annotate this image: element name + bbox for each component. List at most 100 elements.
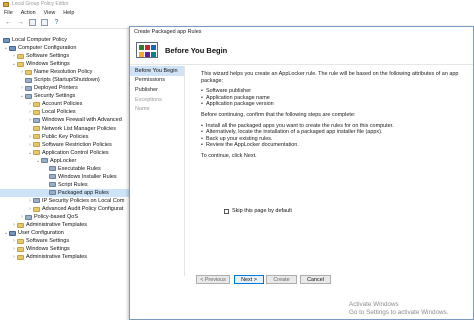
step-name: Name <box>135 106 150 113</box>
tree-node-advanced-audit[interactable]: › Advanced Audit Policy Configurat <box>0 205 140 213</box>
tree-label: User Configuration <box>18 230 64 237</box>
policy-editor-icon <box>3 1 9 7</box>
tree-node-user-software-settings[interactable]: › Software Settings <box>0 237 140 245</box>
watermark-line-2: Go to Settings to activate Windows. <box>349 308 449 316</box>
wizard-rules-icon <box>136 42 158 58</box>
create-button[interactable]: Create <box>266 275 297 284</box>
tree-label: Windows Installer Rules <box>58 173 117 180</box>
folder-icon <box>33 134 40 140</box>
tree-node-local-policies[interactable]: › Local Policies <box>0 108 140 116</box>
folder-icon <box>33 150 40 156</box>
tree-node-user-administrative-templates[interactable]: › Administrative Templates <box>0 253 140 261</box>
tree-node-applocker[interactable]: ⌄ AppLocker <box>0 157 140 165</box>
tree-label: Windows Settings <box>26 61 70 68</box>
tree-node-script-rules[interactable]: Script Rules <box>0 181 140 189</box>
tree-label: Advanced Audit Policy Configurat <box>42 206 124 212</box>
step-before-you-begin[interactable]: Before You Begin <box>130 66 184 76</box>
tree-node-network-list-manager[interactable]: Network List Manager Policies <box>0 125 140 133</box>
tree-node-user-windows-settings[interactable]: › Windows Settings <box>0 245 140 253</box>
tree-label: Packaged app Rules <box>58 189 109 196</box>
tree-label: Application Control Policies <box>42 149 109 156</box>
tree-node-ip-security[interactable]: › IP Security Policies on Local Com <box>0 197 140 205</box>
dialog-title: Create Packaged app Rules <box>134 28 202 35</box>
tree-label: AppLocker <box>50 157 77 164</box>
tree-node-scripts[interactable]: Scripts (Startup/Shutdown) <box>0 76 140 84</box>
folder-icon <box>33 206 40 212</box>
cancel-button[interactable]: Cancel <box>300 275 331 284</box>
checklist: Install all the packaged apps you want t… <box>201 123 469 149</box>
forward-icon[interactable]: → <box>16 19 25 27</box>
tree-label: Policy-based QoS <box>34 214 79 221</box>
tree-label: Security Settings <box>34 93 76 100</box>
attribute-list: Software publisher Application package n… <box>201 88 469 108</box>
skip-page-checkbox[interactable] <box>224 208 229 214</box>
menu-help[interactable]: Help <box>63 10 74 16</box>
steps-intro-text: Before continuing, confirm that the foll… <box>201 112 356 119</box>
tree-node-computer-configuration[interactable]: ⌄ Computer Configuration <box>0 44 140 52</box>
watermark-line-1: Activate Windows <box>349 301 399 308</box>
intro-text: This wizard helps you create an AppLocke… <box>201 71 469 84</box>
skip-page-checkbox-row[interactable]: Skip this page by default <box>224 208 292 214</box>
tree-node-packaged-app-rules[interactable]: Packaged app Rules <box>0 188 140 197</box>
back-icon[interactable]: ← <box>4 19 13 27</box>
folder-icon <box>17 222 24 228</box>
tree-label: Computer Configuration <box>18 45 77 52</box>
step-exceptions: Exceptions <box>135 96 162 103</box>
show-hide-tree-icon[interactable] <box>29 19 36 26</box>
menu-view[interactable]: View <box>44 10 56 16</box>
tree-node-windows-installer-rules[interactable]: Windows Installer Rules <box>0 173 140 181</box>
previous-button[interactable]: < Previous <box>196 275 230 284</box>
attribute-item: Application package version <box>201 101 469 108</box>
applocker-icon <box>41 158 48 164</box>
help-icon[interactable]: ? <box>52 19 61 27</box>
tree-node-security-settings[interactable]: ⌄ Security Settings <box>0 92 140 100</box>
tree-label: Public Key Policies <box>42 133 89 140</box>
tree-node-name-resolution-policy[interactable]: › Name Resolution Policy <box>0 68 140 76</box>
tree-node-application-control[interactable]: ⌄ Application Control Policies <box>0 149 140 157</box>
tree-node-software-restriction[interactable]: › Software Restriction Policies <box>0 141 140 149</box>
properties-icon[interactable] <box>41 19 48 26</box>
tree-node-deployed-printers[interactable]: › Deployed Printers <box>0 84 140 92</box>
step-permissions[interactable]: Permissions <box>130 76 184 86</box>
rules-icon <box>49 190 56 196</box>
tree-node-software-settings[interactable]: › Software Settings <box>0 52 140 60</box>
step-publisher[interactable]: Publisher <box>130 85 184 95</box>
wizard-content: This wizard helps you create an AppLocke… <box>201 71 469 164</box>
tree-node-policy-based-qos[interactable]: › Policy-based QoS <box>0 213 140 221</box>
tree-node-local-computer-policy[interactable]: Local Computer Policy <box>0 36 140 44</box>
tree-node-administrative-templates[interactable]: › Administrative Templates <box>0 221 140 229</box>
folder-icon <box>33 142 40 148</box>
rules-icon <box>49 174 56 180</box>
checklist-item: Review the AppLocker documentation. <box>201 142 469 149</box>
folder-icon <box>33 101 40 107</box>
script-icon <box>25 77 32 83</box>
tree-label: Software Restriction Policies <box>42 141 112 148</box>
tree-node-public-key-policies[interactable]: › Public Key Policies <box>0 133 140 141</box>
page-heading: Before You Begin <box>165 45 228 55</box>
tree-label: Local Policies <box>42 109 76 116</box>
folder-icon <box>17 246 24 252</box>
menu-action[interactable]: Action <box>21 10 36 16</box>
menu-file[interactable]: File <box>4 10 13 16</box>
tree-label: Executable Rules <box>58 165 101 172</box>
folder-icon <box>17 254 24 260</box>
title-bar: Local Group Policy Editor <box>0 0 474 8</box>
tree-node-windows-settings[interactable]: ⌄ Windows Settings <box>0 60 140 68</box>
pc-icon <box>3 37 10 43</box>
tree-node-windows-firewall[interactable]: › Windows Firewall with Advanced <box>0 116 140 124</box>
console-tree: Local Computer Policy ⌄ Computer Configu… <box>0 36 140 320</box>
tree-node-user-configuration[interactable]: ⌄ User Configuration <box>0 229 140 237</box>
tree-label: IP Security Policies on Local Com <box>42 197 125 204</box>
rules-icon <box>49 182 56 188</box>
tree-label: Windows Firewall with Advanced <box>42 117 122 124</box>
activation-watermark: Activate Windows Go to Settings to activ… <box>349 301 448 316</box>
tree-node-executable-rules[interactable]: Executable Rules <box>0 165 140 173</box>
rules-icon <box>49 166 56 172</box>
folder-icon <box>17 238 24 244</box>
tree-node-account-policies[interactable]: › Account Policies <box>0 100 140 108</box>
security-icon <box>25 93 32 99</box>
firewall-icon <box>33 117 40 123</box>
wizard-steps: Before You Begin Permissions Publisher E… <box>130 66 185 276</box>
tree-label: Network List Manager Policies <box>42 125 116 132</box>
next-button[interactable]: Next > <box>234 275 264 284</box>
